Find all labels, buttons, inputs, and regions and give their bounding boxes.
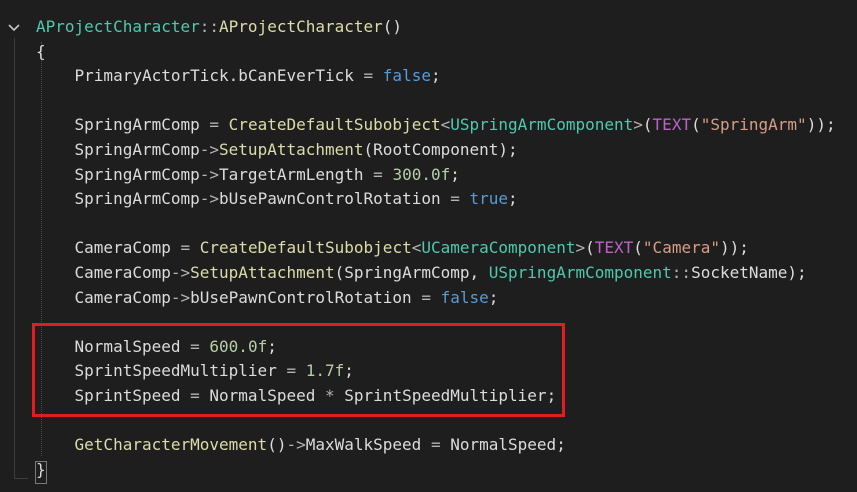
code-token: ( — [633, 238, 643, 258]
code-token: = — [430, 435, 441, 455]
code-line[interactable]: SpringArmComp = CreateDefaultSubobject<U… — [36, 113, 836, 137]
code-token: ( — [585, 238, 595, 258]
code-token: ; — [556, 435, 566, 455]
code-token: SocketName — [691, 263, 788, 282]
code-token: SpringArmComp — [36, 189, 200, 209]
code-token: PrimaryActorTick.bCanEverTick — [36, 66, 364, 86]
code-line[interactable]: { — [36, 40, 46, 64]
code-token: :: — [671, 263, 692, 282]
code-token: TEXT — [594, 238, 634, 258]
code-token: = — [363, 66, 374, 86]
code-token: :: — [199, 17, 220, 36]
code-token: SetupAttachment — [190, 263, 335, 282]
code-token: CameraComp — [36, 263, 171, 282]
code-token: "SpringArm" — [700, 115, 807, 135]
code-token: AProjectCharacter — [36, 17, 200, 36]
code-token: USpringArmComponent — [450, 115, 634, 135]
code-token: > — [575, 238, 586, 258]
brace-match-box — [35, 461, 47, 484]
code-token: CreateDefaultSubobject — [199, 238, 412, 258]
code-token: -> — [170, 287, 191, 307]
code-token: < — [411, 238, 422, 258]
code-token: CameraComp — [36, 238, 181, 258]
code-token: SetupAttachment — [219, 140, 364, 159]
code-token: ( — [363, 140, 374, 159]
code-token: ; — [430, 66, 441, 86]
code-token: CreateDefaultSubobject — [228, 115, 441, 135]
code-token: bUsePawnControlRotation — [190, 287, 422, 307]
code-token: ( — [642, 115, 653, 135]
code-token: false — [382, 66, 431, 86]
code-token: USpringArmComponent — [488, 263, 672, 282]
code-line[interactable]: GetCharacterMovement()->MaxWalkSpeed = N… — [36, 433, 566, 457]
code-token: ); — [787, 263, 807, 282]
code-token: = — [209, 115, 220, 135]
code-token: false — [440, 287, 489, 307]
code-line[interactable]: SpringArmComp->bUsePawnControlRotation =… — [36, 187, 518, 211]
code-token: -> — [170, 263, 191, 282]
code-token: ( — [334, 263, 345, 282]
code-token: UCameraComponent — [421, 238, 576, 258]
code-line[interactable]: CameraComp = CreateDefaultSubobject<UCam… — [36, 236, 749, 260]
code-token: SpringArmComp — [36, 140, 200, 159]
code-token: ; — [450, 164, 460, 184]
code-token: )); — [719, 238, 749, 258]
code-token: TargetArmLength — [219, 164, 374, 184]
code-token: SpringArmComp, — [344, 263, 489, 282]
code-token: AProjectCharacter — [219, 17, 383, 36]
code-token: MaxWalkSpeed — [305, 435, 431, 455]
code-line[interactable]: PrimaryActorTick.bCanEverTick = false; — [36, 64, 441, 88]
code-line[interactable]: CameraComp->SetupAttachment(SpringArmCom… — [36, 261, 807, 285]
fold-outline — [14, 38, 15, 478]
code-line[interactable]: SpringArmComp->TargetArmLength = 300.0f; — [36, 163, 460, 187]
code-token: > — [633, 115, 643, 135]
code-token: -> — [199, 140, 220, 159]
code-token: -> — [199, 164, 220, 184]
code-token: () — [382, 17, 403, 36]
code-token: ; — [508, 189, 518, 209]
chevron-down-icon[interactable] — [6, 20, 22, 36]
code-token: TEXT — [652, 115, 692, 135]
code-editor[interactable]: AProjectCharacter::AProjectCharacter(){ … — [0, 0, 857, 492]
code-token: -> — [199, 189, 220, 209]
code-line[interactable]: SpringArmComp->SetupAttachment(RootCompo… — [36, 138, 518, 162]
code-token: < — [440, 115, 451, 135]
highlight-box — [32, 323, 565, 417]
code-line[interactable]: CameraComp->bUsePawnControlRotation = fa… — [36, 286, 499, 310]
code-token: = — [450, 189, 460, 209]
code-token: GetCharacterMovement — [74, 435, 268, 455]
code-token: () — [267, 435, 287, 455]
code-token: SpringArmComp — [36, 115, 210, 135]
code-token: bUsePawnControlRotation — [219, 189, 451, 209]
code-token: = — [421, 287, 431, 307]
code-token: CameraComp — [36, 287, 171, 307]
code-token: = — [180, 238, 191, 258]
code-token: ; — [488, 287, 499, 307]
code-token: ( — [691, 115, 701, 135]
code-line[interactable]: AProjectCharacter::AProjectCharacter() — [36, 15, 402, 39]
code-token: -> — [286, 435, 306, 455]
code-token: )); — [806, 115, 836, 135]
code-token: { — [36, 41, 46, 61]
code-token: RootComponent — [373, 140, 499, 159]
code-token: NormalSpeed — [440, 435, 557, 455]
code-token: true — [469, 189, 509, 209]
code-token: = — [373, 164, 383, 184]
code-token: "Camera" — [642, 238, 720, 258]
code-token: 300.0f — [392, 164, 451, 184]
code-token: SpringArmComp — [36, 164, 200, 184]
fold-outline-end — [14, 478, 28, 479]
code-token: ); — [498, 140, 518, 159]
